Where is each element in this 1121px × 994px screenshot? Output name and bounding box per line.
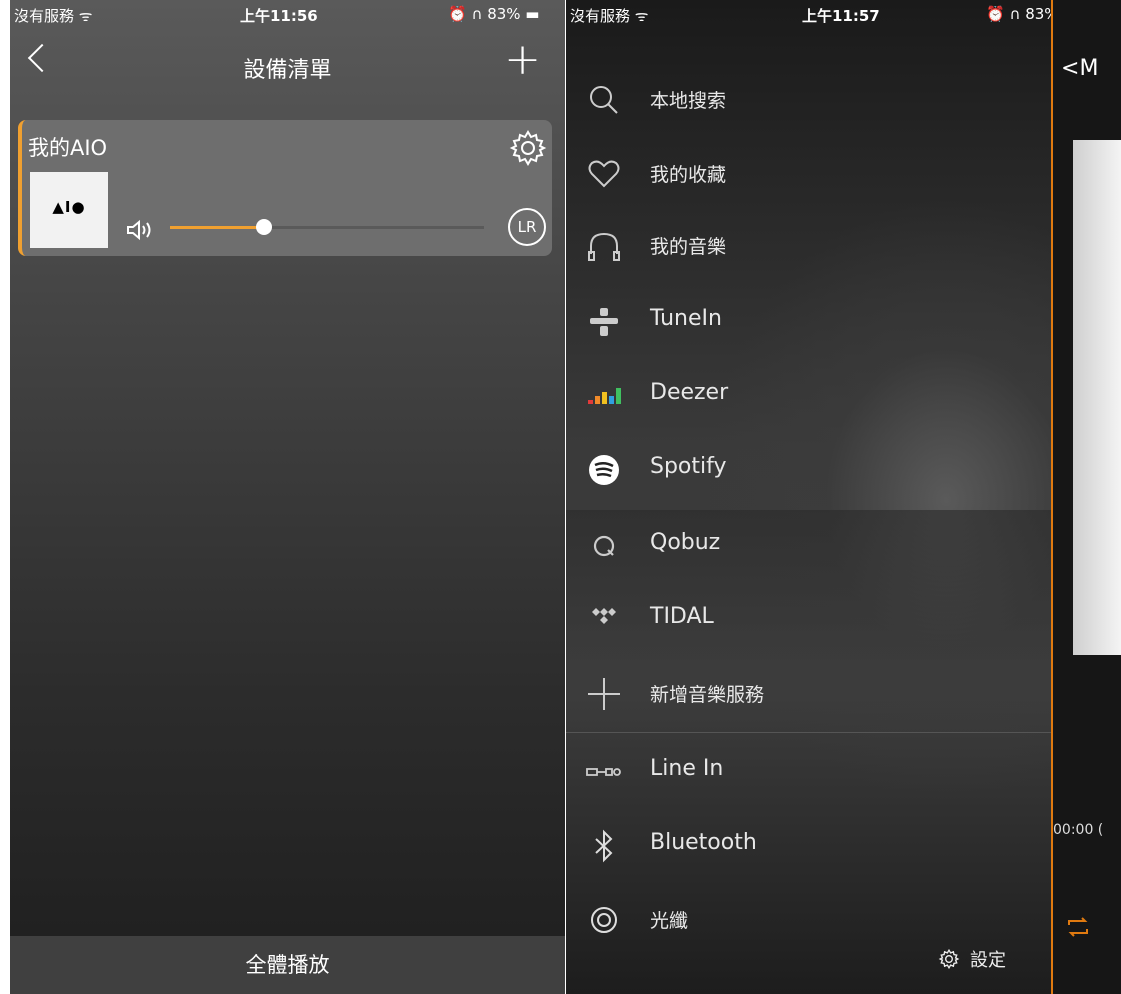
repeat-icon[interactable] — [1065, 914, 1091, 940]
menu-item-label: 我的音樂 — [650, 236, 727, 258]
tidal-icon — [592, 608, 616, 624]
menu-item-label: Qobuz — [650, 530, 721, 555]
headphones-icon — [588, 232, 620, 261]
speaker-icon[interactable] — [126, 218, 154, 242]
menu-item-spotify[interactable]: Spotify — [566, 440, 1051, 500]
heart-icon — [588, 160, 620, 188]
menu-item-label: 我的收藏 — [650, 164, 727, 186]
volume-knob[interactable] — [256, 219, 273, 235]
bluetooth-icon — [595, 829, 613, 863]
menu-item-label: Line In — [650, 756, 724, 781]
status-battery: ⏰ ∩ 83% ▬ — [448, 5, 540, 23]
menu-item-tunein[interactable]: TuneIn — [566, 292, 1051, 352]
volume-slider[interactable] — [170, 219, 484, 235]
menu-item-label: 本地搜索 — [650, 90, 727, 112]
player-peek[interactable]: <M 00:00 ( — [1053, 0, 1121, 994]
menu-item-qobuz[interactable]: Qobuz — [566, 516, 1051, 576]
menu-item-label: TIDAL — [650, 604, 714, 629]
channel-lr-button[interactable]: LR — [508, 208, 546, 246]
side-menu: 本地搜索 我的收藏 我的音樂 TuneIn Deezer Spotify Qob… — [566, 0, 1051, 994]
menu-item-label: Bluetooth — [650, 830, 757, 855]
menu-item-label: 新增音樂服務 — [650, 684, 765, 706]
settings-label: 設定 — [970, 950, 1006, 971]
peek-album-art — [1073, 140, 1121, 655]
device-card[interactable]: 我的AIO ▲I● LR — [18, 120, 552, 256]
peek-back-label: M — [1079, 56, 1099, 81]
status-time: 上午11:56 — [240, 7, 318, 25]
gear-icon[interactable] — [508, 128, 548, 168]
nav-bar: 設備清單 + — [10, 30, 565, 90]
menu-divider — [566, 732, 1051, 733]
menu-item-add-service[interactable]: 新增音樂服務 — [566, 664, 1051, 724]
peek-timecode: 00:00 ( — [1053, 822, 1104, 838]
menu-item-bluetooth[interactable]: Bluetooth — [566, 816, 1051, 876]
search-icon — [590, 86, 618, 114]
menu-item-label: Spotify — [650, 454, 727, 479]
menu-item-tidal[interactable]: TIDAL — [566, 590, 1051, 650]
menu-item-label: TuneIn — [650, 306, 722, 331]
menu-item-favorites[interactable]: 我的收藏 — [566, 144, 1051, 204]
device-name: 我的AIO — [28, 136, 108, 160]
menu-item-local-search[interactable]: 本地搜索 — [566, 70, 1051, 130]
qobuz-icon — [593, 535, 615, 557]
menu-item-deezer[interactable]: Deezer — [566, 366, 1051, 426]
deezer-icon — [588, 388, 621, 404]
album-art: ▲I● — [30, 172, 108, 248]
optical-icon — [591, 907, 617, 933]
menu-item-my-music[interactable]: 我的音樂 — [566, 216, 1051, 276]
menu-item-label: Deezer — [650, 380, 729, 405]
add-icon — [588, 678, 620, 710]
status-bar: 沒有服務 ᯤ 上午11:56 ⏰ ∩ 83% ▬ — [10, 0, 565, 30]
menu-item-optical[interactable]: 光纖 — [566, 890, 1051, 950]
peek-back-button[interactable]: <M — [1061, 56, 1098, 81]
status-carrier: 沒有服務 ᯤ — [14, 7, 93, 25]
menu-item-line-in[interactable]: Line In — [566, 742, 1051, 802]
play-all-button[interactable]: 全體播放 — [10, 936, 565, 994]
menu-screen: 沒有服務 ᯤ 上午11:57 ⏰ ∩ 83% ▬ 本地搜索 我的收藏 我的音樂 — [566, 0, 1121, 994]
page-title: 設備清單 — [243, 58, 332, 83]
album-art-logo: ▲I● — [52, 198, 86, 216]
tunein-icon — [590, 308, 618, 336]
device-list-screen: 沒有服務 ᯤ 上午11:56 ⏰ ∩ 83% ▬ 設備清單 + 我的AIO ▲I… — [10, 0, 565, 994]
menu-item-label: 光纖 — [650, 910, 689, 932]
volume-fill — [170, 226, 265, 229]
gear-icon — [938, 948, 960, 970]
line-in-icon — [586, 768, 621, 776]
spotify-icon — [589, 455, 619, 485]
add-device-button[interactable]: + — [504, 38, 541, 82]
settings-button[interactable]: 設定 — [938, 946, 1006, 972]
